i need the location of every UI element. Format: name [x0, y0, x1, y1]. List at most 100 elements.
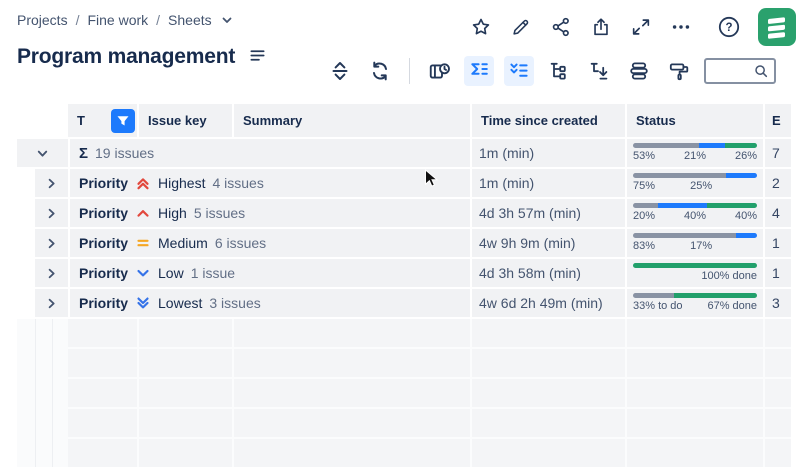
chevron-right-icon[interactable] [44, 176, 59, 191]
status-bar-labels: 53% 21% 26% [633, 150, 757, 162]
toolbar-expand-collapse[interactable] [325, 56, 355, 86]
search-input[interactable] [704, 58, 776, 84]
time-since-created-cell: 4d 3h 57m (min) [470, 199, 625, 227]
priority-medium-icon [137, 239, 149, 247]
row-expander[interactable] [35, 229, 68, 257]
estimate-cell: 2 [763, 169, 791, 197]
export-icon[interactable] [589, 15, 613, 39]
status-bar-segment-gray [633, 143, 699, 148]
column-header-status[interactable]: Status [625, 104, 763, 137]
mouse-cursor [424, 168, 439, 195]
status-bar [633, 293, 757, 298]
description-lines-icon[interactable] [249, 47, 266, 69]
group-field: Priority [79, 175, 129, 191]
issue-count: 3 issues [209, 295, 261, 311]
status-bar-segment-blue [726, 173, 757, 178]
more-icon[interactable] [669, 15, 693, 39]
chevron-right-icon[interactable] [44, 266, 59, 281]
sheet-toolbar [325, 56, 776, 86]
search-icon [755, 65, 768, 78]
breadcrumb: Projects / Fine work / Sheets [17, 12, 234, 28]
group-value: Highest [158, 175, 206, 191]
group-field: Priority [79, 235, 129, 251]
table-body: Σ 19 issues 1m (min) 53% 21% 26% 7 Priorit… [0, 139, 800, 319]
status-bar-labels: 100% done [701, 270, 757, 282]
group-field: Priority [79, 295, 129, 311]
group-value: Lowest [158, 295, 203, 311]
share-icon[interactable] [549, 15, 573, 39]
app-window: Projects / Fine work / Sheets ? Program … [0, 0, 800, 467]
chevron-down-icon[interactable] [220, 13, 234, 27]
group-row-medium[interactable]: Priority Medium 6 issues 4w 9h 9m (min) … [0, 229, 800, 257]
status-cell: 33% to do 67% done [625, 289, 763, 317]
estimate-cell: 1 [763, 259, 791, 287]
group-row-lowest[interactable]: Priority Lowest 3 issues 4w 6d 2h 49m (m… [0, 289, 800, 317]
status-bar [633, 143, 757, 148]
toolbar-paint-roller[interactable] [664, 56, 694, 86]
status-bar-segment-green [673, 293, 757, 298]
breadcrumb-separator: / [156, 12, 161, 28]
star-icon[interactable] [469, 15, 493, 39]
column-header-type-label: T [77, 113, 85, 128]
status-bar-segment-blue [657, 203, 708, 208]
sigma-symbol: Σ [79, 144, 89, 162]
issue-count: 4 issues [212, 175, 264, 191]
fullscreen-icon[interactable] [629, 15, 653, 39]
status-bar-segment-gray [633, 233, 736, 238]
priority-lowest-icon [137, 297, 149, 309]
status-bar [633, 233, 757, 238]
status-cell: 75% 25% [625, 169, 763, 197]
estimate-cell: 3 [763, 289, 791, 317]
row-indent [0, 199, 35, 227]
column-header-issue-key[interactable]: Issue key [137, 104, 232, 137]
status-bar-segment-blue [735, 233, 757, 238]
time-since-created-cell: 4w 6d 2h 49m (min) [470, 289, 625, 317]
row-indent [0, 259, 35, 287]
row-expander[interactable] [17, 139, 68, 167]
toolbar-aggregate-sum[interactable] [464, 56, 494, 86]
toolbar-hierarchy[interactable] [544, 56, 574, 86]
column-header-time-since-created[interactable]: Time since created [470, 104, 625, 137]
column-header-type[interactable]: T [68, 104, 137, 137]
toolbar-hierarchy-sort[interactable] [584, 56, 614, 86]
chevron-right-icon[interactable] [44, 296, 59, 311]
row-indent [0, 169, 35, 197]
breadcrumb-item-projects[interactable]: Projects [17, 12, 68, 28]
help-icon[interactable]: ? [717, 15, 741, 39]
breadcrumb-item-sheets[interactable]: Sheets [168, 12, 212, 28]
status-bar-labels: 20% 40% 40% [633, 210, 757, 222]
group-row-high[interactable]: Priority High 5 issues 4d 3h 57m (min) 2… [0, 199, 800, 227]
issue-count: 1 issue [190, 265, 236, 281]
indent-guides [17, 319, 68, 467]
toolbar-layers[interactable] [624, 56, 654, 86]
group-row-low[interactable]: Priority Low 1 issue 4d 3h 58m (min) 100… [0, 259, 800, 287]
search-field[interactable] [706, 63, 753, 79]
pencil-icon[interactable] [509, 15, 533, 39]
chevron-right-icon[interactable] [44, 236, 59, 251]
priority-high-icon [137, 210, 149, 217]
toolbar-divider [409, 58, 410, 84]
structure-logo-icon[interactable] [757, 7, 797, 47]
toolbar-refresh[interactable] [365, 56, 395, 86]
status-bar [633, 173, 757, 178]
row-expander[interactable] [35, 169, 68, 197]
chevron-right-icon[interactable] [44, 206, 59, 221]
row-expander[interactable] [35, 289, 68, 317]
breadcrumb-item-fine-work[interactable]: Fine work [87, 12, 148, 28]
toolbar-group-check[interactable] [504, 56, 534, 86]
filter-button[interactable] [111, 108, 135, 133]
group-row-highest[interactable]: Priority Highest 4 issues 1m (min) 75% 25… [0, 169, 800, 197]
table-header: T Issue key Summary Time since created S… [68, 104, 791, 137]
column-header-estimate[interactable]: E [763, 104, 791, 137]
time-since-created-cell: 4d 3h 58m (min) [470, 259, 625, 287]
chevron-down-icon[interactable] [35, 146, 50, 161]
filter-funnel-icon [117, 115, 129, 125]
row-indent [0, 289, 35, 317]
sum-row[interactable]: Σ 19 issues 1m (min) 53% 21% 26% 7 [0, 139, 800, 167]
toolbar-views[interactable] [424, 56, 454, 86]
status-bar-labels: 33% to do 67% done [633, 300, 757, 312]
row-expander[interactable] [35, 199, 68, 227]
status-bar-segment-gray [633, 203, 658, 208]
row-expander[interactable] [35, 259, 68, 287]
column-header-summary[interactable]: Summary [232, 104, 470, 137]
